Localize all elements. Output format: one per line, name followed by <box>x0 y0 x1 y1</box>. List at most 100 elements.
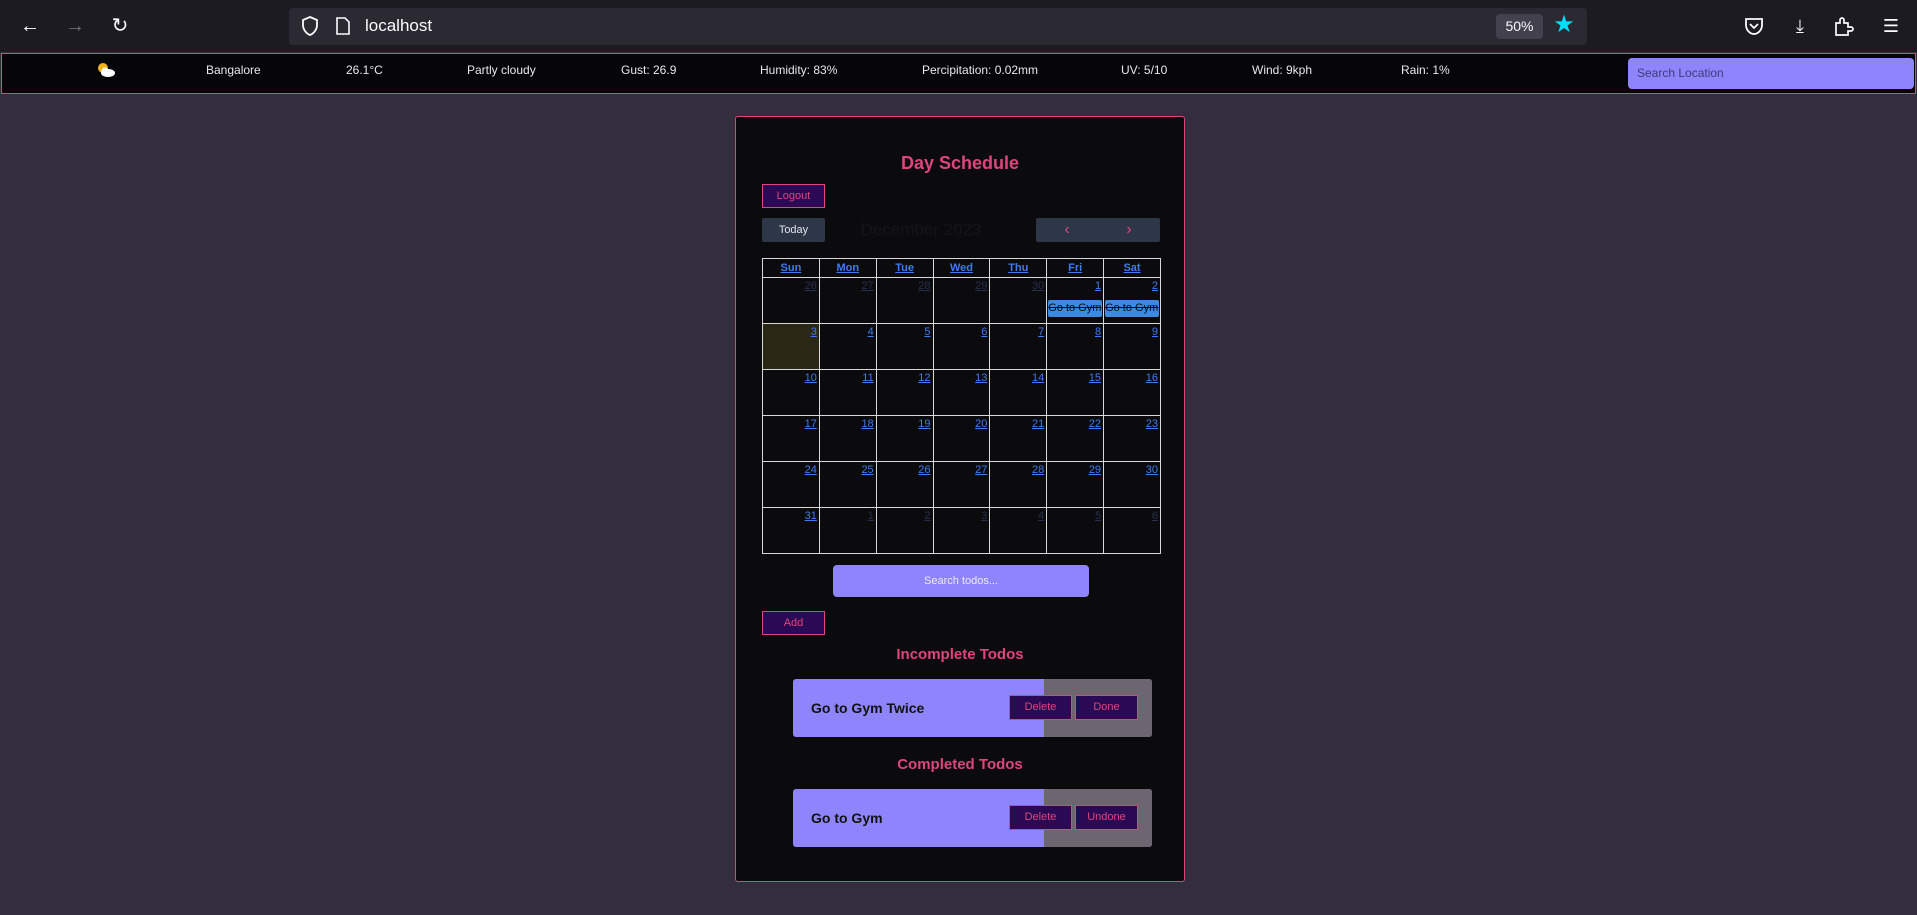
extensions-icon[interactable] <box>1832 15 1854 37</box>
calendar-day-cell[interactable]: 15 <box>1046 369 1105 416</box>
day-number[interactable]: 26 <box>805 280 817 292</box>
day-number[interactable]: 2 <box>924 510 930 522</box>
calendar-day-cell[interactable]: 17 <box>762 415 820 462</box>
calendar-day-cell[interactable]: 12 <box>875 369 934 416</box>
day-number[interactable]: 22 <box>1089 418 1101 430</box>
calendar-day-cell[interactable]: 1 Go to Gym <box>1046 277 1105 324</box>
day-number[interactable]: 24 <box>805 464 817 476</box>
day-number[interactable]: 7 <box>1038 326 1044 338</box>
day-number[interactable]: 1 <box>1095 280 1101 292</box>
day-number[interactable]: 20 <box>975 418 987 430</box>
day-number[interactable]: 3 <box>981 510 987 522</box>
day-number[interactable]: 11 <box>862 372 873 384</box>
day-number[interactable]: 1 <box>868 510 874 522</box>
calendar-day-cell[interactable]: 18 <box>818 415 877 462</box>
calendar-day-cell[interactable]: 16 <box>1103 369 1161 416</box>
calendar-day-cell[interactable]: 9 <box>1103 323 1161 370</box>
day-number[interactable]: 6 <box>1152 510 1158 522</box>
day-number[interactable]: 4 <box>1038 510 1044 522</box>
calendar-day-cell[interactable]: 27 <box>818 277 877 324</box>
address-bar[interactable]: localhost 50% ★ <box>289 8 1587 45</box>
day-number[interactable]: 29 <box>1089 464 1101 476</box>
calendar-day-cell[interactable]: 25 <box>818 461 877 508</box>
day-number[interactable]: 4 <box>868 326 874 338</box>
logout-button[interactable]: Logout <box>762 184 825 208</box>
day-number[interactable]: 25 <box>861 464 873 476</box>
calendar-day-cell[interactable]: 27 <box>932 461 991 508</box>
day-number[interactable]: 29 <box>975 280 987 292</box>
calendar-day-cell[interactable]: 2 Go to Gym <box>1103 277 1161 324</box>
calendar-day-cell[interactable]: 3 <box>932 507 991 554</box>
delete-todo-button[interactable]: Delete <box>1009 695 1072 720</box>
day-number[interactable]: 12 <box>918 372 930 384</box>
add-todo-button[interactable]: Add <box>762 611 825 635</box>
weekday-header[interactable]: Sat <box>1103 258 1161 278</box>
day-number[interactable]: 19 <box>918 418 930 430</box>
delete-todo-button[interactable]: Delete <box>1009 805 1072 830</box>
bookmark-star-icon[interactable]: ★ <box>1551 12 1577 38</box>
calendar-event[interactable]: Go to Gym <box>1105 300 1159 317</box>
day-number[interactable]: 2 <box>1152 280 1158 292</box>
calendar-day-cell[interactable]: 21 <box>989 415 1048 462</box>
calendar-day-cell[interactable]: 14 <box>989 369 1048 416</box>
chevron-left-icon[interactable]: ‹ <box>1036 218 1098 242</box>
calendar-day-cell[interactable]: 20 <box>932 415 991 462</box>
day-number[interactable]: 23 <box>1146 418 1158 430</box>
day-number[interactable]: 9 <box>1152 326 1158 338</box>
day-number[interactable]: 15 <box>1089 372 1101 384</box>
calendar-day-cell[interactable]: 30 <box>1103 461 1161 508</box>
day-number[interactable]: 17 <box>805 418 817 430</box>
day-number[interactable]: 8 <box>1095 326 1101 338</box>
day-number[interactable]: 31 <box>805 510 817 522</box>
calendar-day-cell[interactable]: 4 <box>989 507 1048 554</box>
day-number[interactable]: 27 <box>861 280 873 292</box>
calendar-day-cell[interactable]: 29 <box>1046 461 1105 508</box>
day-number[interactable]: 30 <box>1146 464 1158 476</box>
zoom-level-button[interactable]: 50% <box>1496 14 1543 39</box>
calendar-day-cell[interactable]: 1 <box>818 507 877 554</box>
calendar-day-cell-today[interactable]: 3 <box>762 323 820 370</box>
calendar-day-cell[interactable]: 19 <box>875 415 934 462</box>
day-number[interactable]: 3 <box>811 326 817 338</box>
calendar-day-cell[interactable]: 31 <box>762 507 820 554</box>
weekday-header[interactable]: Wed <box>932 258 991 278</box>
calendar-day-cell[interactable]: 30 <box>989 277 1048 324</box>
tracking-shield-icon[interactable] <box>301 16 319 36</box>
location-search-input[interactable] <box>1628 58 1914 89</box>
calendar-day-cell[interactable]: 11 <box>818 369 877 416</box>
menu-icon[interactable]: ☰ <box>1877 12 1905 40</box>
day-number[interactable]: 5 <box>1095 510 1101 522</box>
back-arrow-icon[interactable]: ← <box>16 12 44 40</box>
day-number[interactable]: 21 <box>1032 418 1044 430</box>
calendar-day-cell[interactable]: 5 <box>875 323 934 370</box>
today-button[interactable]: Today <box>762 218 825 242</box>
calendar-day-cell[interactable]: 22 <box>1046 415 1105 462</box>
calendar-day-cell[interactable]: 10 <box>762 369 820 416</box>
calendar-day-cell[interactable]: 6 <box>932 323 991 370</box>
weekday-header[interactable]: Sun <box>762 258 820 278</box>
forward-arrow-icon[interactable]: → <box>61 12 89 40</box>
day-number[interactable]: 27 <box>975 464 987 476</box>
url-text[interactable]: localhost <box>365 16 432 36</box>
chevron-right-icon[interactable]: › <box>1098 218 1160 242</box>
page-icon[interactable] <box>336 17 350 35</box>
calendar-day-cell[interactable]: 4 <box>818 323 877 370</box>
day-number[interactable]: 28 <box>1032 464 1044 476</box>
day-number[interactable]: 5 <box>924 326 930 338</box>
calendar-day-cell[interactable]: 28 <box>875 277 934 324</box>
pocket-icon[interactable] <box>1744 16 1764 36</box>
day-number[interactable]: 16 <box>1146 372 1158 384</box>
weekday-header[interactable]: Mon <box>818 258 877 278</box>
calendar-day-cell[interactable]: 26 <box>875 461 934 508</box>
day-number[interactable]: 10 <box>805 372 817 384</box>
calendar-day-cell[interactable]: 29 <box>932 277 991 324</box>
reload-icon[interactable]: ↻ <box>106 12 134 40</box>
day-number[interactable]: 6 <box>981 326 987 338</box>
downloads-icon[interactable]: ⤓ <box>1786 12 1814 40</box>
calendar-day-cell[interactable]: 7 <box>989 323 1048 370</box>
calendar-day-cell[interactable]: 6 <box>1103 507 1161 554</box>
day-number[interactable]: 18 <box>861 418 873 430</box>
calendar-day-cell[interactable]: 23 <box>1103 415 1161 462</box>
calendar-day-cell[interactable]: 28 <box>989 461 1048 508</box>
todo-search-input[interactable] <box>833 565 1089 597</box>
